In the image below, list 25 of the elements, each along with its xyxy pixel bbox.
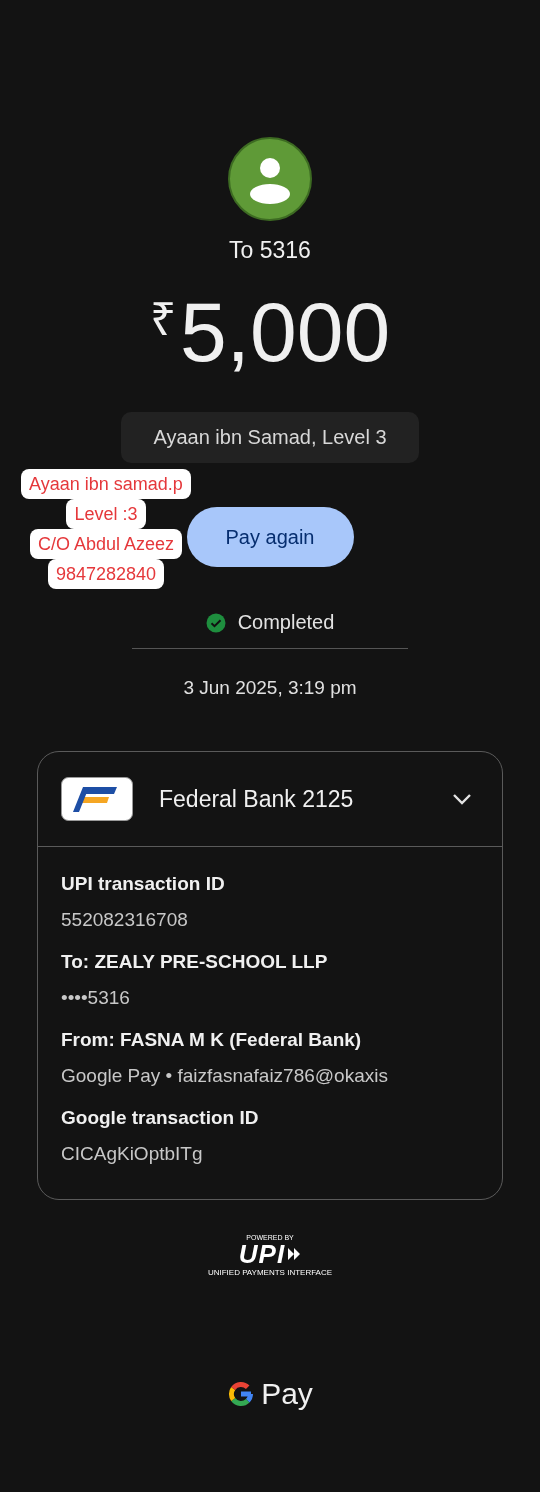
sticker-line: 9847282840 bbox=[47, 559, 165, 589]
detail-value: ••••5316 bbox=[61, 987, 131, 1009]
detail-label: Google transaction ID bbox=[61, 1107, 260, 1129]
amount: $^{₹}$5,000 bbox=[149, 290, 391, 374]
detail-value: CICAgKiOptbITg bbox=[61, 1143, 204, 1165]
sticker-line: C/O Abdul Azeez bbox=[29, 529, 183, 559]
detail-value: Google Pay • faizfasnafaiz786@okaxis bbox=[61, 1065, 389, 1087]
avatar-icon bbox=[228, 137, 312, 221]
sticker-line: Ayaan ibn samad.p bbox=[21, 469, 191, 499]
detail-label: From: FASNA M K (Federal Bank) bbox=[61, 1029, 363, 1051]
status-label: Completed bbox=[237, 611, 335, 634]
detail-label: UPI transaction ID bbox=[61, 873, 226, 895]
chevron-down-icon[interactable] bbox=[452, 793, 472, 805]
google-g-icon bbox=[227, 1380, 256, 1408]
detail-value: 552082316708 bbox=[61, 909, 189, 931]
brand-name: Pay bbox=[261, 1377, 313, 1411]
double-arrow-icon bbox=[287, 1247, 302, 1261]
recipient-title: To 5316 bbox=[229, 237, 311, 264]
bank-account-name: Federal Bank 2125 bbox=[159, 785, 355, 813]
sticker-line: Level :3 bbox=[66, 499, 146, 529]
detail-label: To: ZEALY PRE-SCHOOL LLP bbox=[61, 951, 329, 973]
pay-again-button[interactable]: Pay again bbox=[186, 507, 354, 567]
bank-logo-icon bbox=[61, 777, 133, 821]
payment-note: Ayaan ibn Samad, Level 3 bbox=[121, 412, 419, 463]
transaction-date: 3 Jun 2025, 3:19 pm bbox=[183, 677, 357, 699]
